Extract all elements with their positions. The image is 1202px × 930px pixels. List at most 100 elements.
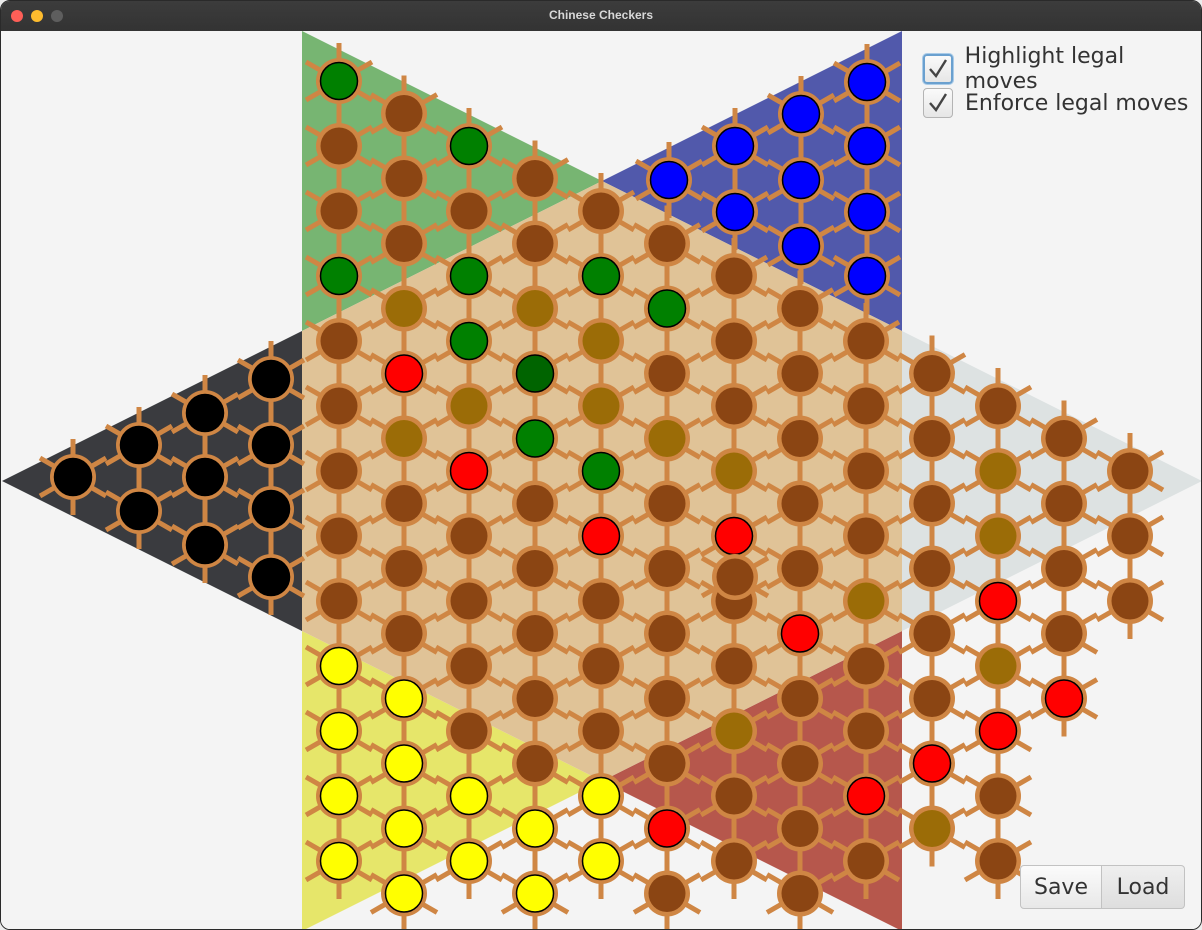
green-piece[interactable] — [446, 123, 492, 169]
legal-move-hole[interactable] — [843, 578, 889, 624]
empty-hole[interactable] — [711, 318, 757, 364]
empty-hole[interactable] — [711, 838, 757, 884]
empty-hole[interactable] — [381, 155, 427, 202]
empty-hole[interactable] — [644, 610, 690, 657]
green-piece[interactable] — [316, 58, 362, 104]
selected-piece[interactable] — [512, 350, 558, 397]
empty-hole[interactable] — [777, 545, 823, 592]
empty-hole[interactable] — [711, 643, 757, 689]
black-piece[interactable] — [248, 356, 294, 402]
blue-piece[interactable] — [712, 189, 758, 235]
empty-hole[interactable] — [843, 513, 889, 559]
empty-hole[interactable] — [975, 838, 1021, 884]
empty-hole[interactable] — [711, 253, 757, 299]
yellow-piece[interactable] — [381, 675, 427, 722]
game-board[interactable] — [1, 31, 1201, 929]
empty-hole[interactable] — [1041, 545, 1087, 592]
black-piece[interactable] — [248, 554, 294, 600]
empty-hole[interactable] — [1041, 415, 1087, 462]
empty-hole[interactable] — [777, 870, 823, 917]
empty-hole[interactable] — [578, 188, 624, 234]
empty-hole[interactable] — [644, 740, 690, 787]
blue-piece[interactable] — [844, 59, 890, 105]
red-piece[interactable] — [975, 708, 1021, 754]
empty-hole[interactable] — [381, 480, 427, 527]
empty-hole[interactable] — [777, 740, 823, 787]
black-piece[interactable] — [182, 454, 228, 500]
yellow-piece[interactable] — [381, 740, 427, 787]
empty-hole[interactable] — [512, 480, 558, 527]
red-piece[interactable] — [1041, 675, 1087, 722]
black-piece[interactable] — [182, 390, 228, 436]
empty-hole[interactable] — [381, 545, 427, 592]
highlight-legal-moves-checkbox[interactable]: Highlight legal moves — [923, 44, 1201, 94]
legal-move-hole[interactable] — [711, 448, 757, 494]
black-piece[interactable] — [116, 488, 162, 534]
empty-hole[interactable] — [843, 838, 889, 884]
legal-move-hole[interactable] — [909, 805, 955, 852]
yellow-piece[interactable] — [446, 838, 492, 884]
empty-hole[interactable] — [316, 448, 362, 494]
red-piece[interactable] — [446, 448, 492, 494]
yellow-piece[interactable] — [316, 773, 362, 819]
empty-hole[interactable] — [512, 610, 558, 657]
blue-piece[interactable] — [778, 223, 824, 269]
red-piece[interactable] — [777, 610, 823, 657]
empty-hole[interactable] — [446, 643, 492, 689]
legal-move-hole[interactable] — [381, 415, 427, 462]
empty-hole[interactable] — [777, 805, 823, 852]
blue-piece[interactable] — [844, 123, 890, 169]
legal-move-hole[interactable] — [975, 448, 1021, 494]
empty-hole[interactable] — [578, 643, 624, 689]
red-piece[interactable] — [644, 805, 690, 852]
legal-move-hole[interactable] — [975, 513, 1021, 559]
yellow-piece[interactable] — [446, 773, 492, 819]
legal-move-hole[interactable] — [975, 643, 1021, 689]
empty-hole[interactable] — [1107, 578, 1153, 624]
empty-hole[interactable] — [1041, 480, 1087, 527]
empty-hole[interactable] — [711, 383, 757, 429]
black-piece[interactable] — [50, 454, 96, 500]
empty-hole[interactable] — [381, 610, 427, 657]
blue-piece[interactable] — [712, 123, 758, 169]
empty-hole[interactable] — [316, 123, 362, 169]
empty-hole[interactable] — [316, 383, 362, 429]
empty-hole[interactable] — [843, 318, 889, 364]
empty-hole[interactable] — [975, 383, 1021, 429]
checkbox-box[interactable] — [923, 88, 953, 118]
empty-hole[interactable] — [644, 350, 690, 397]
legal-move-hole[interactable] — [578, 383, 624, 429]
black-piece[interactable] — [182, 522, 228, 568]
black-piece[interactable] — [248, 422, 294, 468]
empty-hole[interactable] — [777, 285, 823, 332]
empty-hole[interactable] — [975, 773, 1021, 819]
empty-hole[interactable] — [446, 578, 492, 624]
empty-hole[interactable] — [644, 480, 690, 527]
save-button[interactable]: Save — [1020, 865, 1102, 909]
green-piece[interactable] — [512, 415, 558, 462]
empty-hole[interactable] — [909, 545, 955, 592]
empty-hole[interactable] — [316, 318, 362, 364]
green-piece[interactable] — [644, 285, 690, 332]
empty-hole[interactable] — [777, 480, 823, 527]
blue-piece[interactable] — [778, 91, 824, 137]
red-piece[interactable] — [909, 740, 955, 787]
checkbox-box[interactable] — [923, 54, 953, 84]
empty-hole[interactable] — [843, 448, 889, 494]
empty-hole[interactable] — [316, 188, 362, 234]
yellow-piece[interactable] — [578, 773, 624, 819]
empty-hole[interactable] — [843, 708, 889, 754]
yellow-piece[interactable] — [578, 838, 624, 884]
empty-hole[interactable] — [644, 545, 690, 592]
empty-hole[interactable] — [578, 708, 624, 754]
yellow-piece[interactable] — [381, 870, 427, 917]
red-piece[interactable] — [843, 773, 889, 819]
red-piece[interactable] — [381, 350, 427, 397]
empty-hole[interactable] — [909, 675, 955, 722]
empty-hole[interactable] — [316, 578, 362, 624]
empty-hole[interactable] — [578, 578, 624, 624]
red-piece[interactable] — [975, 578, 1021, 624]
empty-hole[interactable] — [512, 740, 558, 787]
empty-hole[interactable] — [512, 155, 558, 202]
blue-piece[interactable] — [646, 157, 692, 203]
